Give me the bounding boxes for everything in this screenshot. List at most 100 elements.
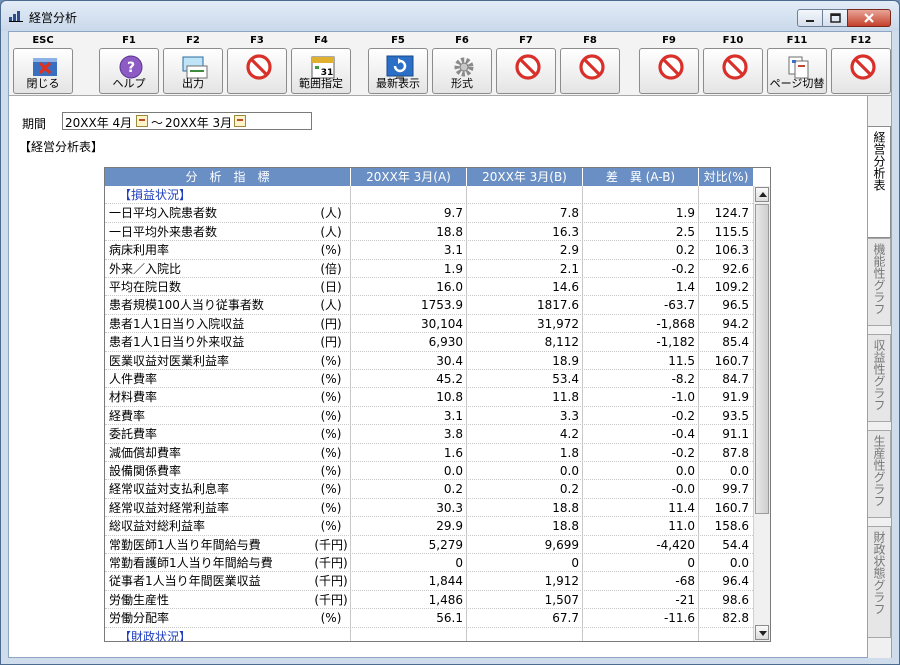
value-period-a: 29.9 xyxy=(436,519,463,534)
indicator-name: 平均在院日数 xyxy=(109,280,182,294)
fkey-label: F9 xyxy=(662,35,676,46)
section-header-row[interactable]: 【財政状況】 xyxy=(105,628,753,641)
indicator-unit: (千円) xyxy=(314,556,348,570)
fkey-f4-button[interactable]: 31 範囲指定 xyxy=(291,48,351,94)
from-calendar-icon[interactable] xyxy=(136,115,148,127)
scroll-up-button[interactable] xyxy=(755,187,769,202)
table-row[interactable]: 労働分配率 (%) 56.1 67.7 -11.6 82.8 xyxy=(105,609,753,628)
fkey-f6-button[interactable]: 形式 xyxy=(432,48,492,94)
maximize-button[interactable] xyxy=(822,9,848,27)
indicator-unit: (%) xyxy=(320,243,342,258)
table-row[interactable]: 平均在院日数 (日) 16.0 14.6 1.4 109.2 xyxy=(105,278,753,297)
table-row[interactable]: 設備関係費率 (%) 0.0 0.0 0.0 0.0 xyxy=(105,462,753,481)
fkey-f3: F3 xyxy=(225,32,289,96)
table-row[interactable]: 総収益対総利益率 (%) 29.9 18.8 11.0 158.6 xyxy=(105,517,753,536)
value-difference: -63.7 xyxy=(663,298,695,313)
fkey-label: F4 xyxy=(314,35,328,46)
table-row[interactable]: 従事者1人当り年間医業収益 (千円) 1,844 1,912 -68 96.4 xyxy=(105,572,753,591)
value-period-a: 9.7 xyxy=(443,206,463,221)
fkey-f5-button[interactable]: 最新表示 xyxy=(368,48,428,94)
value-period-a xyxy=(351,628,467,641)
fkey-f12-button[interactable] xyxy=(831,48,891,94)
indicator-unit: (円) xyxy=(320,316,342,331)
value-ratio: 54.4 xyxy=(722,537,749,552)
value-difference: 0.2 xyxy=(675,243,695,258)
value-ratio: 92.6 xyxy=(722,261,749,276)
indicator-unit: (倍) xyxy=(320,261,342,276)
table-row[interactable]: 材料費率 (%) 10.8 11.8 -1.0 91.9 xyxy=(105,388,753,407)
value-period-a: 45.2 xyxy=(436,372,463,386)
title-bar[interactable]: 経営分析 xyxy=(1,1,899,31)
table-row[interactable]: 人件費率 (%) 45.2 53.4 -8.2 84.7 xyxy=(105,370,753,389)
side-tab-5[interactable]: 財政状態グラフ xyxy=(868,526,891,638)
value-period-a: 1.6 xyxy=(443,445,463,460)
indicator-unit: (千円) xyxy=(314,592,348,607)
fkey-label: F2 xyxy=(186,35,200,46)
fkey-label: F10 xyxy=(722,35,744,46)
fkey-f3-button[interactable] xyxy=(227,48,287,94)
table-row[interactable]: 経常収益対支払利息率 (%) 0.2 0.2 -0.0 99.7 xyxy=(105,480,753,499)
value-difference: 1.9 xyxy=(675,206,695,221)
to-calendar-icon[interactable] xyxy=(234,115,246,127)
disabled-icon xyxy=(579,54,605,80)
table-row[interactable]: 経費率 (%) 3.1 3.3 -0.2 93.5 xyxy=(105,407,753,426)
disabled-icon xyxy=(515,54,541,80)
value-difference xyxy=(583,628,699,641)
table-row[interactable]: 労働生産性 (千円) 1,486 1,507 -21 98.6 xyxy=(105,591,753,610)
fkey-esc-button[interactable]: 閉じる xyxy=(13,48,73,94)
table-row[interactable]: 患者1人1日当り入院収益 (円) 30,104 31,972 -1,868 94.2 xyxy=(105,315,753,334)
table-row[interactable]: 患者1人1日当り外来収益 (円) 6,930 8,112 -1,182 85.4 xyxy=(105,333,753,352)
app-window: 経営分析 ESC 閉じる F1? ヘルプ F2 出力 F3 F4 31 範囲指定 F5 最新表示 F6 形… xyxy=(0,0,900,665)
value-period-b: 2.1 xyxy=(559,261,579,276)
fkey-f8-button[interactable] xyxy=(560,48,620,94)
side-tab-2[interactable]: 機能性グラフ xyxy=(868,238,891,326)
value-period-a: 3.8 xyxy=(443,427,463,442)
value-period-b: 18.9 xyxy=(552,353,579,368)
indicator-name: 経費率 xyxy=(109,408,146,423)
value-difference: -4,420 xyxy=(656,537,695,552)
period-field[interactable]: 20XX年 4月 ～ 20XX年 3月 xyxy=(62,112,312,130)
side-tab-3[interactable]: 収益性グラフ xyxy=(868,334,891,422)
table-row[interactable]: 一日平均外来患者数 (人) 18.8 16.3 2.5 115.5 xyxy=(105,223,753,242)
vertical-scrollbar[interactable] xyxy=(753,186,770,641)
value-ratio: 98.6 xyxy=(722,592,749,607)
fkey-f7-button[interactable] xyxy=(496,48,556,94)
indicator-name: 材料費率 xyxy=(109,390,158,405)
table-row[interactable]: 病床利用率 (%) 3.1 2.9 0.2 106.3 xyxy=(105,241,753,260)
table-row[interactable]: 患者規模100人当り従事者数 (人) 1753.9 1817.6 -63.7 96.5 xyxy=(105,296,753,315)
table-row[interactable]: 常勤医師1人当り年間給与費 (千円) 5,279 9,699 -4,420 54.4 xyxy=(105,536,753,554)
scroll-thumb[interactable] xyxy=(755,204,769,514)
fkey-button-label: 出力 xyxy=(182,77,204,90)
table-row[interactable]: 常勤看護師1人当り年間給与費 (千円) 0 0 0 0.0 xyxy=(105,554,753,573)
indicator-name: 外来／入院比 xyxy=(109,261,182,276)
value-period-a: 56.1 xyxy=(436,611,463,626)
side-tab-4[interactable]: 生産性グラフ xyxy=(868,430,891,518)
table-row[interactable]: 医業収益対医業利益率 (%) 30.4 18.9 11.5 160.7 xyxy=(105,352,753,370)
fkey-f9-button[interactable] xyxy=(639,48,699,94)
table-row[interactable]: 外来／入院比 (倍) 1.9 2.1 -0.2 92.6 xyxy=(105,260,753,278)
indicator-name: 経常収益対経常利益率 xyxy=(109,500,230,515)
indicator-unit: (円) xyxy=(320,335,342,350)
fkey-f10-button[interactable] xyxy=(703,48,763,94)
indicator-name: 減価償却費率 xyxy=(109,445,182,460)
close-window-button[interactable] xyxy=(847,9,891,27)
table-row[interactable]: 経常収益対経常利益率 (%) 30.3 18.8 11.4 160.7 xyxy=(105,499,753,518)
minimize-button[interactable] xyxy=(797,9,823,27)
scroll-down-button[interactable] xyxy=(755,625,769,640)
fkey-label: F1 xyxy=(122,35,136,46)
value-ratio: 91.9 xyxy=(722,390,749,405)
table-row[interactable]: 一日平均入院患者数 (人) 9.7 7.8 1.9 124.7 xyxy=(105,204,753,223)
indicator-name: 【損益状況】 xyxy=(119,188,192,202)
fkey-f1-button[interactable]: ? ヘルプ xyxy=(99,48,159,94)
table-row[interactable]: 委託費率 (%) 3.8 4.2 -0.4 91.1 xyxy=(105,425,753,444)
value-period-b: 1.8 xyxy=(559,445,579,460)
indicator-unit: (人) xyxy=(320,206,342,221)
fkey-f11-button[interactable]: ページ切替 xyxy=(767,48,827,94)
indicator-name: 医業収益対医業利益率 xyxy=(109,353,230,368)
value-difference: -1,868 xyxy=(656,316,695,331)
table-row[interactable]: 減価償却費率 (%) 1.6 1.8 -0.2 87.8 xyxy=(105,444,753,462)
indicator-name: 常勤看護師1人当り年間給与費 xyxy=(109,556,273,570)
side-tab-1[interactable]: 経営分析表 xyxy=(868,126,891,238)
fkey-f2-button[interactable]: 出力 xyxy=(163,48,223,94)
section-header-row[interactable]: 【損益状況】 xyxy=(105,186,753,205)
